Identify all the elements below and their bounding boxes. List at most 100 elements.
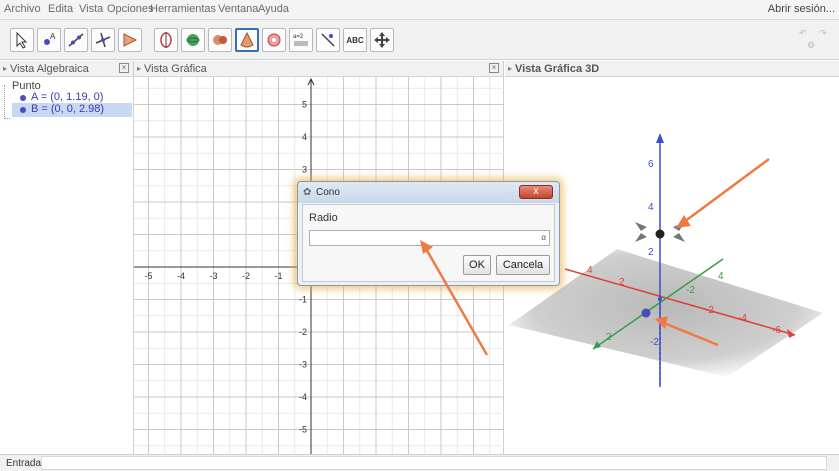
perpendicular-tool-button[interactable] <box>91 28 115 52</box>
menu-ayuda[interactable]: Ayuda <box>258 3 289 15</box>
app-icon: ✿ <box>303 187 312 198</box>
point-b-3d[interactable] <box>655 229 665 239</box>
reflect-tool-button[interactable] <box>316 28 340 52</box>
origin-point <box>658 297 662 301</box>
tree-line <box>4 85 10 119</box>
graphics-view-header: ▸ Vista Gráfica × <box>134 61 504 77</box>
y-label-neg2: -2 <box>686 285 695 296</box>
x-label-neg4: -4 <box>738 313 747 324</box>
y-tick-label: 5 <box>302 100 307 110</box>
rotate-tool-icon <box>267 33 281 47</box>
y-tick-label: -5 <box>299 425 307 435</box>
algebra-view-header: ▸ Vista Algebraica × <box>0 61 134 77</box>
dialog-title: Cono <box>316 187 340 198</box>
y-label-4: 4 <box>718 271 724 282</box>
line-tool-button[interactable] <box>64 28 88 52</box>
x-tick-label: -1 <box>274 271 282 281</box>
y-tick-label: -2 <box>299 327 307 337</box>
sphere-tool-icon <box>186 34 200 46</box>
x-label-neg6: -6 <box>772 325 781 336</box>
menu-edita[interactable]: Edita <box>48 3 73 15</box>
y-tick-label: 3 <box>302 165 307 175</box>
point-tool-icon: A <box>44 32 56 45</box>
close-button[interactable]: x <box>519 185 553 199</box>
svg-text:a=2: a=2 <box>293 34 304 40</box>
x-tick-label: -4 <box>177 271 185 281</box>
svg-text:A: A <box>50 32 56 41</box>
cone-dialog: ✿ Cono x Radio α OK Cancela <box>297 181 560 286</box>
polygon-tool-icon <box>123 33 138 47</box>
settings-icon[interactable]: ⚙ <box>807 40 815 51</box>
text-tool-button[interactable]: ABC <box>343 28 367 52</box>
circle-axis-tool-icon <box>160 32 172 48</box>
move-view-tool-button[interactable] <box>370 28 394 52</box>
x-tick-label: -2 <box>242 271 250 281</box>
radius-label: Radio <box>309 212 338 224</box>
z-label-6: 6 <box>648 159 654 170</box>
menu-ventana[interactable]: Ventana <box>218 3 258 15</box>
collapse-icon[interactable]: ▸ <box>508 64 512 73</box>
graphics3d-view-title: Vista Gráfica 3D <box>515 63 600 75</box>
dialog-body: Radio α OK Cancela <box>302 204 555 282</box>
collapse-icon[interactable]: ▸ <box>137 64 141 73</box>
alpha-icon[interactable]: α <box>541 233 546 242</box>
redo-icon[interactable]: ↷ <box>819 28 827 39</box>
text-tool-icon: ABC <box>346 35 364 45</box>
input-field[interactable] <box>41 456 827 470</box>
algebra-view-title: Vista Algebraica <box>10 63 89 75</box>
undo-redo: ↶ ↷ ⚙ <box>799 28 833 54</box>
z-axis-arrow-icon <box>656 133 664 143</box>
reflect-tool-icon <box>321 33 335 47</box>
menu-archivo[interactable]: Archivo <box>4 3 41 15</box>
y-tick-label: -1 <box>299 295 307 305</box>
x-tick-label: -3 <box>209 271 217 281</box>
z-label-neg2: -2 <box>650 337 659 348</box>
line-tool-icon <box>68 33 84 47</box>
point-a-dot[interactable] <box>20 95 26 101</box>
dialog-titlebar[interactable]: ✿ Cono x <box>298 182 559 203</box>
algebra-item-a[interactable]: A = (0, 1.19, 0) <box>31 91 103 103</box>
close-view-icon[interactable]: × <box>489 63 499 73</box>
rotate-tool-button[interactable] <box>262 28 286 52</box>
input-label: Entrada: <box>6 458 44 469</box>
x-label-neg2: -2 <box>705 305 714 316</box>
polygon-tool-button[interactable] <box>118 28 142 52</box>
intersect-tool-button[interactable] <box>208 28 232 52</box>
graphics-view-title: Vista Gráfica <box>144 63 207 75</box>
cone-tool-button[interactable] <box>235 28 259 52</box>
intersect-tool-icon <box>213 35 227 45</box>
algebra-view: Punto A = (0, 1.19, 0) B = (0, 0, 2.98) <box>0 77 134 454</box>
menu-herramientas[interactable]: Herramientas <box>150 3 216 15</box>
z-label-4: 4 <box>648 202 654 213</box>
sphere-tool-button[interactable] <box>181 28 205 52</box>
undo-icon[interactable]: ↶ <box>799 28 807 39</box>
close-view-icon[interactable]: × <box>119 63 129 73</box>
input-bar: Entrada: <box>0 454 839 471</box>
slider-tool-button[interactable]: a=2 <box>289 28 313 52</box>
move-tool-button[interactable] <box>10 28 34 52</box>
y-label-2: 2 <box>606 332 612 343</box>
y-tick-label: -3 <box>299 360 307 370</box>
collapse-icon[interactable]: ▸ <box>3 64 7 73</box>
point-tool-button[interactable]: A <box>37 28 61 52</box>
menu-vista[interactable]: Vista <box>79 3 103 15</box>
point-b-dot[interactable] <box>20 107 26 113</box>
point-a-3d[interactable] <box>641 308 651 318</box>
cancel-button[interactable]: Cancela <box>496 255 550 275</box>
circle-axis-tool-button[interactable] <box>154 28 178 52</box>
slider-tool-icon: a=2 <box>293 34 308 46</box>
menu-opciones[interactable]: Opciones <box>107 3 153 15</box>
y-tick-label: 4 <box>302 132 307 142</box>
algebra-item-b[interactable]: B = (0, 0, 2.98) <box>31 103 104 115</box>
radius-input[interactable]: α <box>309 230 550 246</box>
toolbar: A a=2 ABC ↶ ↷ ⚙ <box>0 20 839 60</box>
move-tool-icon <box>16 31 28 49</box>
login-link[interactable]: Abrir sesión... <box>768 3 835 15</box>
ok-button[interactable]: OK <box>463 255 491 275</box>
x-label-4: 4 <box>587 265 593 276</box>
menu-bar: Archivo Edita Vista Opciones Herramienta… <box>0 0 839 20</box>
graphics3d-view-header: ▸ Vista Gráfica 3D <box>505 61 839 77</box>
perpendicular-tool-icon <box>95 32 111 48</box>
cone-tool-icon <box>240 31 254 48</box>
move-view-tool-icon <box>374 32 390 48</box>
